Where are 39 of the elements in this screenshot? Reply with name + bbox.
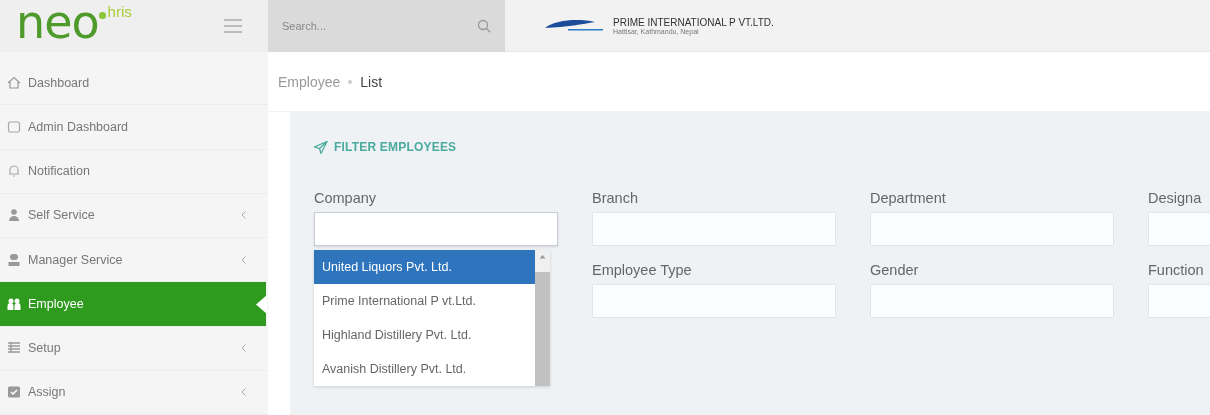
logo-text: neo <box>16 0 99 45</box>
scrollbar[interactable] <box>535 250 550 386</box>
field-label: Gender <box>870 262 920 278</box>
field-label: Employee Type <box>592 262 693 278</box>
input-field[interactable] <box>592 284 836 318</box>
bell-icon <box>7 164 21 179</box>
search-icon[interactable] <box>477 18 491 33</box>
field-label: Company <box>314 190 378 206</box>
input-field[interactable] <box>870 284 1114 318</box>
square-icon <box>7 119 21 134</box>
menu-icon[interactable] <box>224 19 242 33</box>
users-icon <box>7 296 21 311</box>
user-icon <box>7 208 21 223</box>
sidebar-item[interactable]: Assign <box>0 370 268 415</box>
dropdown-option[interactable]: Avanish Distillery Pvt. Ltd. <box>314 352 535 386</box>
dropdown-option[interactable]: Prime International P vt.Ltd. <box>314 284 535 318</box>
company-name: PRIME INTERNATIONAL P VT.LTD. <box>613 16 774 28</box>
home-icon <box>7 75 21 90</box>
input-field[interactable] <box>592 212 836 246</box>
user-icon <box>7 252 21 267</box>
company-logo-icon <box>543 17 603 34</box>
field-label: Branch <box>592 190 639 206</box>
dot-icon <box>98 11 106 19</box>
filter-title: FILTER EMPLOYEES <box>334 140 457 154</box>
paper-plane-icon <box>314 140 328 154</box>
field-label: Designa <box>1148 190 1203 206</box>
logo-suffix: hris <box>107 3 132 20</box>
list-icon <box>7 341 21 356</box>
field-label: Department <box>870 190 947 206</box>
dropdown-option[interactable]: Highland Distillery Pvt. Ltd. <box>314 318 535 352</box>
breadcrumb-item: List <box>360 73 383 90</box>
input-field[interactable] <box>870 212 1114 246</box>
sidebar-item[interactable]: Employee <box>0 282 266 327</box>
scroll-up-icon[interactable] <box>539 254 546 259</box>
dropdown-option[interactable]: United Liquors Pvt. Ltd. <box>314 250 535 284</box>
check-icon <box>7 385 21 400</box>
input-field[interactable] <box>314 212 558 246</box>
field-label: Function <box>1148 262 1205 278</box>
breadcrumb-item[interactable]: Employee <box>278 73 341 90</box>
